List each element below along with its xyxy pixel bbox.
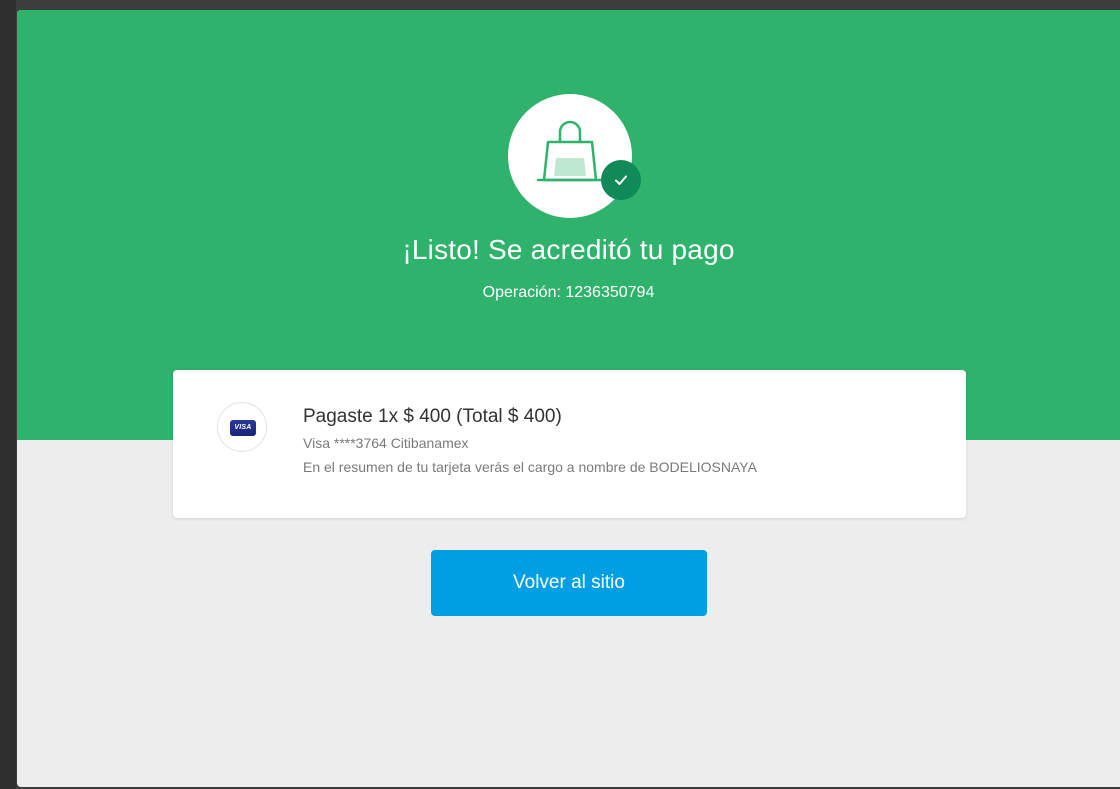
payment-details: Pagaste 1x $ 400 (Total $ 400) Visa ****…: [303, 404, 757, 476]
success-title: ¡Listo! Se acreditó tu pago: [402, 234, 735, 265]
statement-note: En el resumen de tu tarjeta verás el car…: [303, 459, 757, 475]
shopping-bag-icon: [536, 120, 604, 182]
check-badge: [601, 160, 641, 200]
payment-summary-card: VISA Pagaste 1x $ 400 (Total $ 400) Visa…: [173, 370, 966, 518]
backdrop-edge: [0, 0, 16, 789]
operation-number: Operación: 1236350794: [482, 284, 655, 301]
visa-card-icon: VISA: [230, 420, 256, 436]
payment-method-avatar: VISA: [217, 402, 267, 452]
check-icon: [615, 175, 627, 185]
card-info: Visa ****3764 Citibanamex: [303, 435, 469, 451]
back-to-site-button[interactable]: Volver al sitio: [431, 550, 707, 616]
payment-success-modal: ¡Listo! Se acreditó tu pago Operación: 1…: [17, 10, 1120, 787]
payment-amount: Pagaste 1x $ 400 (Total $ 400): [303, 406, 562, 427]
purchase-avatar: [508, 94, 632, 218]
